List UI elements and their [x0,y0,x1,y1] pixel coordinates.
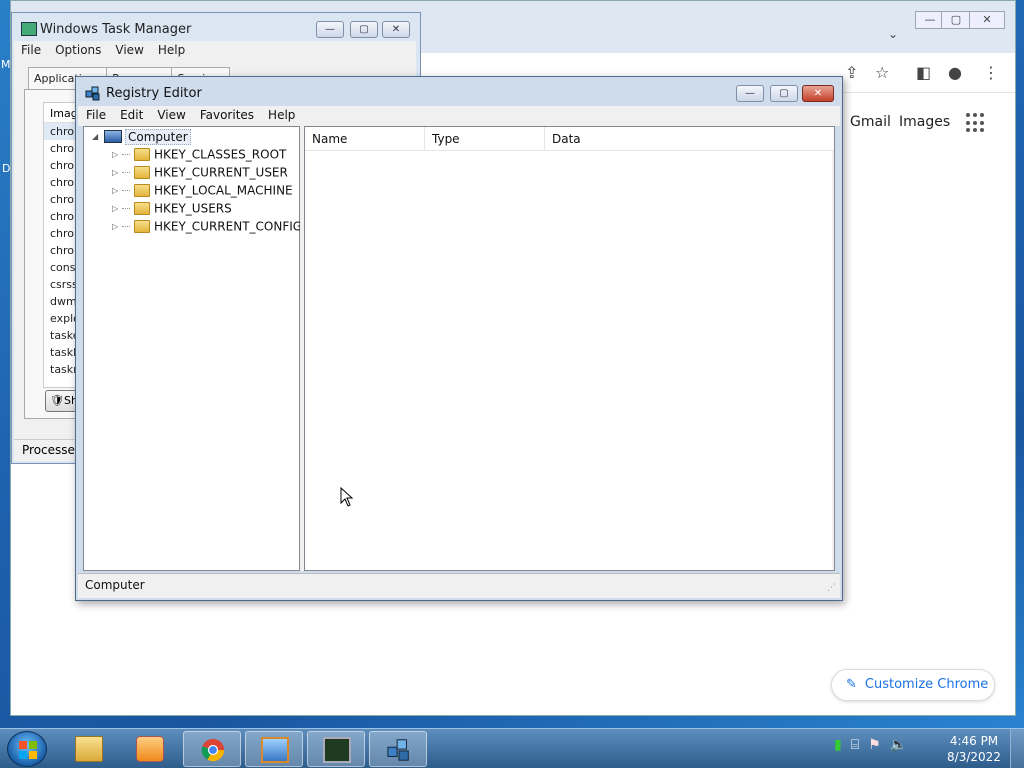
maximize-button[interactable]: ▢ [941,11,971,29]
customize-chrome-button[interactable]: ✎ Customize Chrome [831,669,995,701]
tree-item-computer[interactable]: ◢ Computer [92,128,191,147]
menu-bar: File Options View Help [14,41,416,61]
values-list[interactable]: Name Type Data [304,126,835,571]
chevron-down-icon[interactable]: ⌄ [888,27,898,41]
taskbar-task-manager[interactable] [307,731,365,767]
mouse-cursor-icon [340,487,354,507]
folder-icon [134,148,150,161]
pencil-icon: ✎ [846,677,857,692]
apps-grid-icon[interactable] [966,113,986,133]
folder-icon [134,184,150,197]
close-button[interactable]: ✕ [969,11,1005,29]
window-title: Windows Task Manager [40,22,192,37]
task-manager-icon [21,22,37,36]
remote-desktop-icon [261,737,289,763]
registry-editor-icon [387,739,409,761]
sidebar-icon[interactable]: ◧ [916,63,931,82]
scrollbar[interactable] [832,151,834,570]
column-header-type[interactable]: Type [425,127,545,151]
minimize-button[interactable]: — [736,85,764,102]
tree-item-hkey-local-machine[interactable]: ▷ HKEY_LOCAL_MACHINE [112,183,293,201]
expand-arrow-icon[interactable]: ▷ [112,150,122,159]
media-player-icon [136,736,164,762]
show-desktop-button[interactable] [1010,729,1024,768]
clock[interactable]: 4:46 PM 8/3/2022 [944,733,1004,765]
more-icon[interactable]: ⋮ [983,63,999,82]
close-button[interactable]: ✕ [802,85,834,102]
tree-item-label: Computer [125,128,191,145]
chrome-icon [201,738,225,762]
tree-item-label: HKEY_USERS [154,201,232,216]
menu-help[interactable]: Help [260,106,301,124]
star-icon[interactable]: ☆ [875,63,889,82]
registry-tree[interactable]: ◢ Computer ▷ HKEY_CLASSES_ROOT ▷ HKEY_CURRE… [83,126,302,571]
menu-options[interactable]: Options [48,41,108,59]
share-icon[interactable]: ⇪ [845,63,858,82]
action-center-icon[interactable]: ⚑ [868,737,881,753]
clock-date: 8/3/2022 [947,750,1001,764]
images-link[interactable]: Images [899,114,950,130]
status-bar: Computer ⋰ [78,573,840,598]
expand-arrow-icon[interactable]: ▷ [112,168,122,177]
tree-item-label: HKEY_CLASSES_ROOT [154,147,287,162]
tree-item-hkey-classes-root[interactable]: ▷ HKEY_CLASSES_ROOT [112,147,286,165]
computer-icon [104,130,122,143]
menu-favorites[interactable]: Favorites [192,106,260,124]
task-manager-icon [323,737,351,763]
tree-item-label: HKEY_LOCAL_MACHINE [154,183,293,198]
customize-chrome-label: Customize Chrome [864,677,989,692]
expand-arrow-icon[interactable]: ▷ [112,186,122,195]
column-headers: Name Type Data [305,127,834,151]
menu-help[interactable]: Help [151,41,192,59]
column-header-data[interactable]: Data [545,127,834,151]
taskbar-chrome[interactable] [183,731,241,767]
menu-view[interactable]: View [149,106,191,124]
taskbar: ▮ ⌸ ⚑ 🔈 4:46 PM 8/3/2022 [0,728,1024,768]
menu-file[interactable]: File [14,41,48,59]
tree-item-hkey-current-config[interactable]: ▷ HKEY_CURRENT_CONFIG [112,219,302,237]
menu-edit[interactable]: Edit [112,106,149,124]
menu-view[interactable]: View [108,41,150,59]
tree-item-hkey-current-user[interactable]: ▷ HKEY_CURRENT_USER [112,165,288,183]
registry-editor-window: Registry Editor — ▢ ✕ File Edit View Favori… [75,76,843,601]
menu-file[interactable]: File [78,106,112,124]
start-button[interactable] [7,731,47,767]
folder-icon [134,166,150,179]
window-title: Registry Editor [106,86,202,101]
folder-icon [75,736,103,762]
status-green-icon[interactable]: ▮ [834,737,842,753]
expand-arrow-icon[interactable]: ▷ [112,222,122,231]
taskbar-remote-desktop[interactable] [245,731,303,767]
tree-item-label: HKEY_CURRENT_CONFIG [154,219,303,234]
profile-icon[interactable]: ● [948,63,962,82]
network-icon[interactable]: ⌸ [851,737,859,753]
tree-item-hkey-users[interactable]: ▷ HKEY_USERS [112,201,232,219]
menu-bar: File Edit View Favorites Help [78,106,840,126]
shield-icon: 🛡 [50,394,64,407]
taskbar-registry-editor[interactable] [369,731,427,767]
system-tray: ▮ ⌸ ⚑ 🔈 [834,737,944,761]
windows-logo-icon [19,741,37,759]
clock-time: 4:46 PM [949,734,999,748]
expand-arrow-icon[interactable]: ▷ [112,204,122,213]
taskbar-explorer[interactable] [60,731,118,767]
maximize-button[interactable]: ▢ [770,85,798,102]
maximize-button[interactable]: ▢ [350,21,378,38]
column-header-name[interactable]: Name [305,127,425,151]
taskbar-media-player[interactable] [121,731,179,767]
tree-item-label: HKEY_CURRENT_USER [154,165,288,180]
close-button[interactable]: ✕ [382,21,410,38]
volume-icon[interactable]: 🔈 [890,737,907,753]
gmail-link[interactable]: Gmail [850,114,891,130]
resize-grip-icon[interactable]: ⋰ [827,583,836,593]
minimize-button[interactable]: — [316,21,344,38]
folder-icon [134,202,150,215]
folder-icon [134,220,150,233]
collapse-arrow-icon[interactable]: ◢ [92,132,102,141]
status-path: Computer [85,578,145,592]
registry-editor-icon [85,86,100,101]
